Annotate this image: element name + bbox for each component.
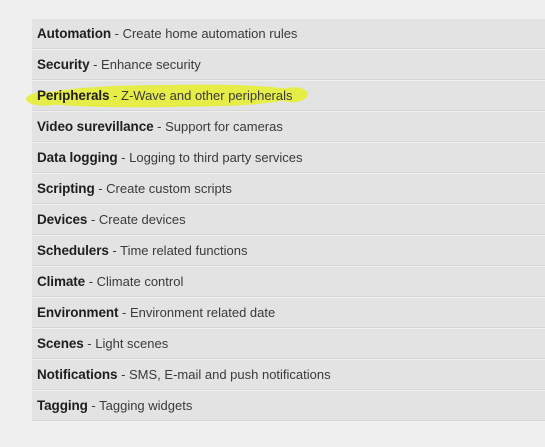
item-description: Climate control: [96, 274, 184, 289]
item-separator: -: [89, 57, 102, 72]
item-separator: -: [111, 26, 123, 41]
item-name: Security: [37, 57, 90, 72]
item-description: SMS, E-mail and push notifications: [129, 367, 331, 382]
item-description: Time related functions: [120, 243, 248, 258]
item-description: Z-Wave and other peripherals: [121, 88, 293, 103]
list-item-environment[interactable]: Environment - Environment related date: [32, 298, 545, 328]
item-description: Logging to third party services: [129, 150, 303, 165]
item-name: Climate: [37, 274, 86, 289]
item-name: Notifications: [37, 367, 118, 382]
item-name: Environment: [37, 305, 119, 320]
list-item-video-surveillance[interactable]: Video surevillance - Support for cameras: [32, 112, 545, 142]
item-name: Tagging: [37, 398, 88, 413]
list-item-devices[interactable]: Devices - Create devices: [32, 205, 545, 235]
item-description: Create devices: [98, 212, 186, 227]
item-description: Enhance security: [101, 57, 201, 72]
item-name: Data logging: [37, 150, 118, 165]
list-item-scripting[interactable]: Scripting - Create custom scripts: [32, 174, 545, 204]
item-name: Devices: [37, 212, 88, 227]
list-item-schedulers[interactable]: Schedulers - Time related functions: [32, 236, 545, 266]
item-description: Create home automation rules: [122, 26, 298, 41]
item-separator: -: [117, 367, 130, 382]
item-description: Environment related date: [129, 305, 276, 320]
item-separator: -: [87, 398, 100, 413]
item-name: Video surevillance: [37, 119, 154, 134]
list-item-scenes[interactable]: Scenes - Light scenes: [32, 329, 545, 359]
list-item-tagging[interactable]: Tagging - Tagging widgets: [32, 391, 545, 421]
item-separator: -: [117, 150, 130, 165]
item-description: Tagging widgets: [99, 398, 193, 413]
item-separator: -: [118, 305, 130, 320]
item-separator: -: [85, 274, 97, 289]
item-separator: -: [109, 88, 122, 103]
list-item-data-logging[interactable]: Data logging - Logging to third party se…: [32, 143, 545, 173]
item-name: Automation: [37, 26, 111, 41]
item-separator: -: [94, 181, 107, 196]
category-list: Automation - Create home automation rule…: [31, 19, 545, 422]
list-item-notifications[interactable]: Notifications - SMS, E-mail and push not…: [32, 360, 545, 390]
page: { "menu": { "highlight_color": "#e8ef2c"…: [0, 0, 545, 447]
item-name: Scripting: [37, 181, 95, 196]
item-name: Scenes: [37, 336, 84, 351]
item-name: Peripherals: [37, 88, 110, 103]
item-separator: -: [83, 336, 96, 351]
list-item-automation[interactable]: Automation - Create home automation rule…: [32, 19, 545, 49]
item-separator: -: [87, 212, 99, 227]
item-description: Create custom scripts: [106, 181, 232, 196]
list-item-security[interactable]: Security - Enhance security: [32, 50, 545, 80]
item-separator: -: [108, 243, 121, 258]
item-name: Schedulers: [37, 243, 109, 258]
item-separator: -: [153, 119, 166, 134]
list-item-climate[interactable]: Climate - Climate control: [32, 267, 545, 297]
item-description: Light scenes: [95, 336, 169, 351]
item-description: Support for cameras: [165, 119, 283, 134]
list-item-peripherals[interactable]: Peripherals - Z-Wave and other periphera…: [31, 81, 545, 111]
